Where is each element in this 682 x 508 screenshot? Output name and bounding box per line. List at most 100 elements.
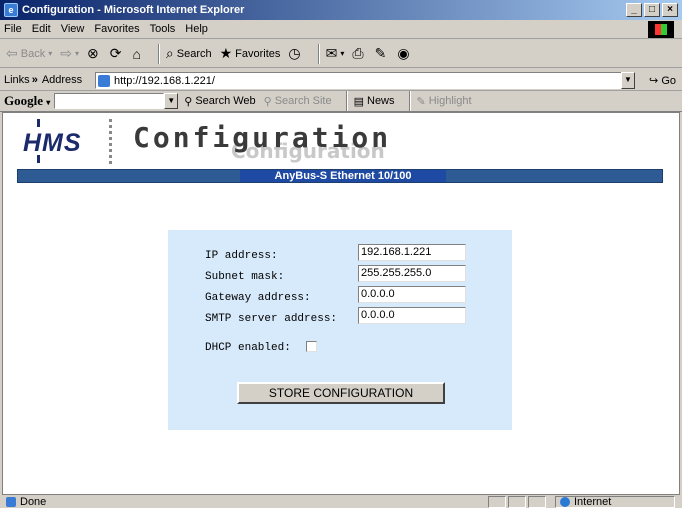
refresh-button[interactable]: ⟳ [110, 45, 125, 62]
back-dropdown-icon[interactable]: ▾ [48, 49, 52, 58]
search-label: Search [176, 47, 212, 60]
history-icon: ◷ [288, 45, 301, 61]
menu-edit[interactable]: Edit [32, 23, 51, 35]
dhcp-checkbox[interactable] [306, 341, 317, 352]
address-url[interactable]: http://192.168.1.221/ [114, 75, 215, 87]
home-button[interactable]: ⌂ [132, 46, 143, 62]
menu-view[interactable]: View [61, 23, 85, 35]
security-zone: Internet [555, 496, 675, 508]
mail-dropdown-icon[interactable]: ▾ [340, 49, 344, 58]
links-label[interactable]: Links [4, 74, 30, 86]
forward-dropdown-icon[interactable]: ▾ [75, 49, 79, 58]
stop-icon: ⊗ [86, 45, 99, 61]
gateway-address-field[interactable]: 0.0.0.0 [358, 286, 466, 303]
toolbar-separator [345, 91, 348, 111]
page-icon [98, 74, 110, 87]
page-title: Configuration [133, 121, 392, 154]
google-dropdown-icon[interactable]: ▾ [46, 98, 50, 107]
address-dropdown-icon[interactable]: ▼ [621, 72, 635, 89]
title-bar: e Configuration - Microsoft Internet Exp… [0, 0, 682, 20]
messenger-icon: ◉ [397, 45, 410, 61]
ip-address-label: IP address: [205, 250, 278, 262]
news-label: News [367, 95, 395, 107]
go-label: Go [661, 75, 676, 87]
dhcp-label: DHCP enabled: [205, 342, 291, 354]
google-logo-text: Google [4, 93, 43, 108]
page-content: HMS Configuration Configuration AnyBus-S… [2, 112, 680, 495]
status-panel [508, 496, 526, 508]
print-button[interactable]: ⎙ [352, 45, 366, 62]
page-header: HMS Configuration Configuration [17, 115, 667, 169]
google-search-input[interactable] [54, 93, 165, 109]
menu-bar: File Edit View Favorites Tools Help [0, 20, 682, 39]
highlight-label: Highlight [428, 95, 472, 107]
highlight-icon: ✎ [416, 95, 426, 108]
hms-logo: HMS [23, 129, 82, 157]
search-site-button[interactable]: ⚲ Search Site [264, 95, 332, 108]
status-panel [488, 496, 506, 508]
toolbar-separator [408, 91, 411, 111]
address-input[interactable]: http://192.168.1.221/ [95, 72, 635, 89]
smtp-server-field[interactable]: 0.0.0.0 [358, 307, 466, 324]
standard-toolbar: ⇦ Back ▾ ⇨ ▾ ⊗ ⟳ ⌂ ⌕ Search ★ Favorites … [0, 40, 682, 68]
status-panels [488, 496, 548, 508]
menu-help[interactable]: Help [185, 23, 208, 35]
gateway-address-label: Gateway address: [205, 292, 311, 304]
back-button[interactable]: ⇦ Back ▾ [6, 45, 52, 62]
dotted-divider [109, 119, 112, 165]
go-arrow-icon: ↪ [649, 75, 659, 87]
configuration-form: IP address: 192.168.1.221 Subnet mask: 2… [168, 230, 512, 430]
search-icon: ⌕ [165, 45, 174, 61]
history-button[interactable]: ◷ [288, 45, 303, 62]
news-button[interactable]: ▤ News [354, 95, 395, 108]
print-icon: ⎙ [352, 45, 364, 61]
window-title: Configuration - Microsoft Internet Explo… [22, 4, 245, 16]
windows-logo-icon [648, 21, 674, 38]
edit-button[interactable]: ✎ [375, 45, 390, 62]
menu-tools[interactable]: Tools [150, 23, 176, 35]
minimize-button[interactable]: _ [626, 3, 642, 17]
store-configuration-button[interactable]: STORE CONFIGURATION [237, 382, 445, 404]
highlight-button[interactable]: ✎ Highlight [417, 95, 472, 108]
home-icon: ⌂ [132, 45, 141, 62]
refresh-icon: ⟳ [109, 45, 122, 61]
ip-address-field[interactable]: 192.168.1.221 [358, 244, 466, 261]
go-button[interactable]: ↪ Go [649, 74, 676, 87]
back-label: Back [20, 47, 46, 60]
banner-bar: AnyBus-S Ethernet 10/100 [17, 169, 663, 183]
mail-icon: ✉ [325, 45, 338, 61]
menu-file[interactable]: File [4, 23, 22, 35]
favorites-icon: ★ [219, 45, 233, 61]
subnet-mask-label: Subnet mask: [205, 271, 285, 283]
status-text: Done [20, 496, 47, 508]
google-search-dropdown-icon[interactable]: ▼ [164, 93, 179, 109]
chevron-right-icon[interactable]: » [32, 74, 38, 86]
search-web-label: Search Web [195, 95, 256, 107]
search-site-icon: ⚲ [263, 95, 272, 108]
binoculars-icon: ⚲ [184, 95, 193, 108]
news-icon: ▤ [353, 95, 364, 108]
search-button[interactable]: ⌕ Search [166, 45, 212, 62]
favorites-label: Favorites [235, 47, 281, 60]
mail-button[interactable]: ✉ ▾ [326, 45, 345, 62]
subnet-mask-field[interactable]: 255.255.255.0 [358, 265, 466, 282]
google-logo[interactable]: Google ▾ [4, 93, 50, 109]
status-bar: Done Internet [0, 496, 682, 508]
search-web-button[interactable]: ⚲ Search Web [184, 95, 255, 108]
favorites-button[interactable]: ★ Favorites [220, 45, 281, 62]
messenger-button[interactable]: ◉ [397, 45, 412, 62]
search-site-label: Search Site [274, 95, 332, 107]
zone-label: Internet [574, 496, 612, 508]
window-controls: _ □ × [626, 3, 678, 17]
toolbar-separator [317, 43, 320, 64]
edit-icon: ✎ [374, 45, 387, 61]
close-button[interactable]: × [662, 3, 678, 17]
status-panel [528, 496, 546, 508]
logo-bars-top [37, 119, 51, 127]
google-toolbar: Google ▾ ▼ ⚲ Search Web ⚲ Search Site ▤ … [0, 91, 682, 112]
forward-button[interactable]: ⇨ ▾ [60, 45, 79, 62]
maximize-button[interactable]: □ [644, 3, 660, 17]
stop-button[interactable]: ⊗ [87, 45, 102, 62]
menu-favorites[interactable]: Favorites [94, 23, 139, 35]
logo-bars-bottom [37, 155, 51, 163]
